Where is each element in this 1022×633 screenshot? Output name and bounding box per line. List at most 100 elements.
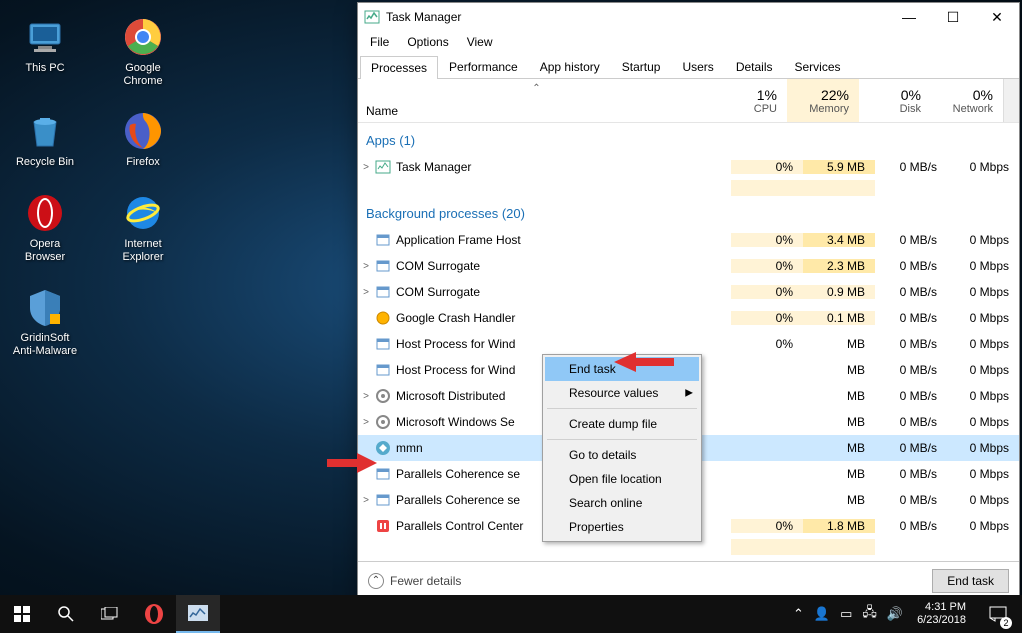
clock-date: 6/23/2018: [917, 614, 966, 627]
window-title: Task Manager: [386, 10, 887, 24]
process-icon: [374, 232, 392, 248]
context-menu-end-task[interactable]: End task: [545, 357, 699, 381]
process-icon: [374, 388, 392, 404]
expand-icon[interactable]: >: [358, 417, 374, 428]
expand-icon[interactable]: >: [358, 495, 374, 506]
close-button[interactable]: ✕: [975, 3, 1019, 31]
context-menu-properties[interactable]: Properties: [545, 515, 699, 539]
desktop-icon-firefox[interactable]: Firefox: [108, 110, 178, 169]
recycle-bin-icon: [24, 110, 66, 152]
memory-cell: MB: [803, 415, 875, 429]
expand-icon[interactable]: >: [358, 391, 374, 402]
tab-users[interactable]: Users: [671, 55, 724, 78]
titlebar[interactable]: Task Manager — ☐ ✕: [358, 3, 1019, 31]
process-row[interactable]: >COM Surrogate0%2.3 MB0 MB/s0 Mbps: [358, 253, 1019, 279]
tray-chevron-icon[interactable]: ⌃: [793, 606, 804, 622]
tab-services[interactable]: Services: [784, 55, 852, 78]
expand-icon[interactable]: >: [358, 261, 374, 272]
context-menu: End taskResource values▶ Create dump file…: [542, 354, 702, 542]
disk-cell: 0 MB/s: [875, 441, 947, 455]
disk-cell: 0 MB/s: [875, 311, 947, 325]
process-row[interactable]: Google Crash Handler0%0.1 MB0 MB/s0 Mbps: [358, 305, 1019, 331]
desktop-icon-label: GridinSoft Anti-Malware: [10, 332, 80, 358]
task-view-button[interactable]: [88, 595, 132, 633]
process-row[interactable]: Application Frame Host0%3.4 MB0 MB/s0 Mb…: [358, 227, 1019, 253]
memory-cell: 2.3 MB: [803, 259, 875, 273]
tab-details[interactable]: Details: [725, 55, 784, 78]
desktop-icon-recycle-bin[interactable]: Recycle Bin: [10, 110, 80, 169]
menubar: FileOptionsView: [358, 31, 1019, 53]
process-icon: [374, 492, 392, 508]
menu-options[interactable]: Options: [399, 33, 456, 51]
taskbar-clock[interactable]: 4:31 PM 6/23/2018: [911, 601, 972, 626]
desktop-icon-label: Recycle Bin: [16, 156, 74, 169]
tabs: ProcessesPerformanceApp historyStartupUs…: [358, 53, 1019, 79]
desktop-icon-gridinsoft[interactable]: GridinSoft Anti-Malware: [10, 286, 80, 358]
tray-volume-icon[interactable]: 🔊: [887, 606, 903, 622]
context-menu-go-to-details[interactable]: Go to details: [545, 443, 699, 467]
menu-file[interactable]: File: [362, 33, 397, 51]
context-menu-open-file-location[interactable]: Open file location: [545, 467, 699, 491]
desktop-icon-label: Firefox: [126, 156, 160, 169]
search-button[interactable]: [44, 595, 88, 633]
tab-startup[interactable]: Startup: [611, 55, 672, 78]
process-icon: [374, 362, 392, 378]
disk-cell: 0 MB/s: [875, 160, 947, 174]
context-menu-separator: [547, 439, 697, 440]
minimize-button[interactable]: —: [887, 3, 931, 31]
memory-cell: 0.9 MB: [803, 285, 875, 299]
tray-people-icon[interactable]: 👤: [814, 606, 830, 622]
column-disk[interactable]: 0%Disk: [859, 79, 931, 122]
context-menu-resource-values[interactable]: Resource values▶: [545, 381, 699, 405]
tab-processes[interactable]: Processes: [360, 56, 438, 79]
memory-cell: MB: [803, 441, 875, 455]
tab-app-history[interactable]: App history: [529, 55, 611, 78]
memory-cell: 1.8 MB: [803, 519, 875, 533]
tab-performance[interactable]: Performance: [438, 55, 529, 78]
process-name: Host Process for Wind: [392, 337, 731, 351]
column-network[interactable]: 0%Network: [931, 79, 1003, 122]
network-cell: 0 Mbps: [947, 493, 1019, 507]
process-name: COM Surrogate: [392, 259, 731, 273]
network-cell: 0 Mbps: [947, 160, 1019, 174]
column-memory[interactable]: 22%Memory: [787, 79, 859, 122]
context-menu-separator: [547, 408, 697, 409]
desktop-icon-opera[interactable]: Opera Browser: [10, 192, 80, 264]
desktop-icon-label: Opera Browser: [10, 238, 80, 264]
context-menu-search-online[interactable]: Search online: [545, 491, 699, 515]
fewer-details-toggle[interactable]: ⌃ Fewer details: [368, 573, 461, 589]
taskbar-app-opera[interactable]: [132, 595, 176, 633]
start-button[interactable]: [0, 595, 44, 633]
cpu-cell: 0%: [731, 233, 803, 247]
column-cpu[interactable]: 1%CPU: [715, 79, 787, 122]
process-row[interactable]: >COM Surrogate0%0.9 MB0 MB/s0 Mbps: [358, 279, 1019, 305]
desktop-icon-this-pc[interactable]: This PC: [10, 16, 80, 88]
tray-network-icon[interactable]: 🖧: [862, 603, 877, 625]
expand-icon[interactable]: >: [358, 162, 374, 173]
column-headers: ⌃ Name 1%CPU22%Memory0%Disk0%Network: [358, 79, 1019, 123]
clock-time: 4:31 PM: [917, 601, 966, 614]
process-icon: [374, 310, 392, 326]
system-tray[interactable]: ⌃ 👤 ▭ 🖧 🔊: [793, 603, 903, 625]
process-icon: [374, 159, 392, 175]
menu-view[interactable]: View: [459, 33, 501, 51]
desktop-icon-ie[interactable]: Internet Explorer: [108, 192, 178, 264]
end-task-button[interactable]: End task: [932, 569, 1009, 593]
process-row[interactable]: >Task Manager0%5.9 MB0 MB/s0 Mbps: [358, 154, 1019, 180]
firefox-icon: [122, 110, 164, 152]
process-icon: [374, 440, 392, 456]
column-name[interactable]: ⌃ Name: [358, 79, 715, 122]
disk-cell: 0 MB/s: [875, 493, 947, 507]
context-menu-create-dump-file[interactable]: Create dump file: [545, 412, 699, 436]
expand-icon[interactable]: >: [358, 287, 374, 298]
this-pc-icon: [24, 16, 66, 58]
taskbar-app-taskmanager[interactable]: [176, 595, 220, 633]
tray-battery-icon[interactable]: ▭: [840, 606, 852, 622]
maximize-button[interactable]: ☐: [931, 3, 975, 31]
disk-cell: 0 MB/s: [875, 389, 947, 403]
process-name: COM Surrogate: [392, 285, 731, 299]
chrome-icon: [122, 16, 164, 58]
desktop-icon-chrome[interactable]: Google Chrome: [108, 16, 178, 88]
memory-cell: MB: [803, 363, 875, 377]
action-center-button[interactable]: 2: [980, 595, 1016, 633]
